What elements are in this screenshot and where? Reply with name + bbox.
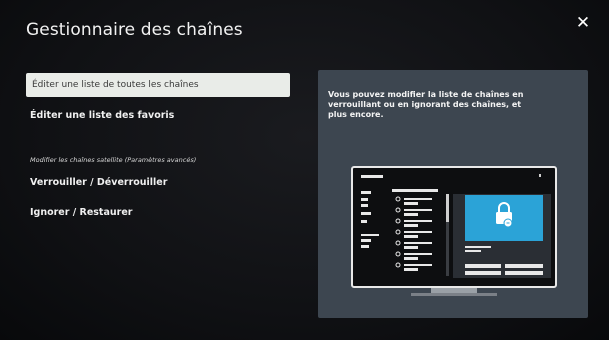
- menu-item-lock-unlock[interactable]: Verrouiller / Déverrouiller: [30, 177, 167, 188]
- info-panel: Vous pouvez modifier la liste de chaînes…: [318, 70, 588, 318]
- page-title: Gestionnaire des chaînes: [26, 20, 243, 40]
- menu-item-ignore-restore[interactable]: Ignorer / Restaurer: [30, 207, 132, 218]
- menu-item-edit-all-channels[interactable]: Éditer une liste de toutes les chaînes: [26, 73, 290, 97]
- tv-illustration: [351, 166, 557, 296]
- menu-item-edit-favorites[interactable]: Éditer une liste des favoris: [30, 110, 174, 121]
- info-description: Vous pouvez modifier la liste de chaînes…: [328, 90, 524, 119]
- satellite-section-header: Modifier les chaînes satellite (Paramètr…: [30, 156, 197, 164]
- tv-screen: Gestionnaire des chaînes ✕ Éditer une li…: [0, 0, 609, 340]
- close-icon[interactable]: ✕: [574, 14, 592, 32]
